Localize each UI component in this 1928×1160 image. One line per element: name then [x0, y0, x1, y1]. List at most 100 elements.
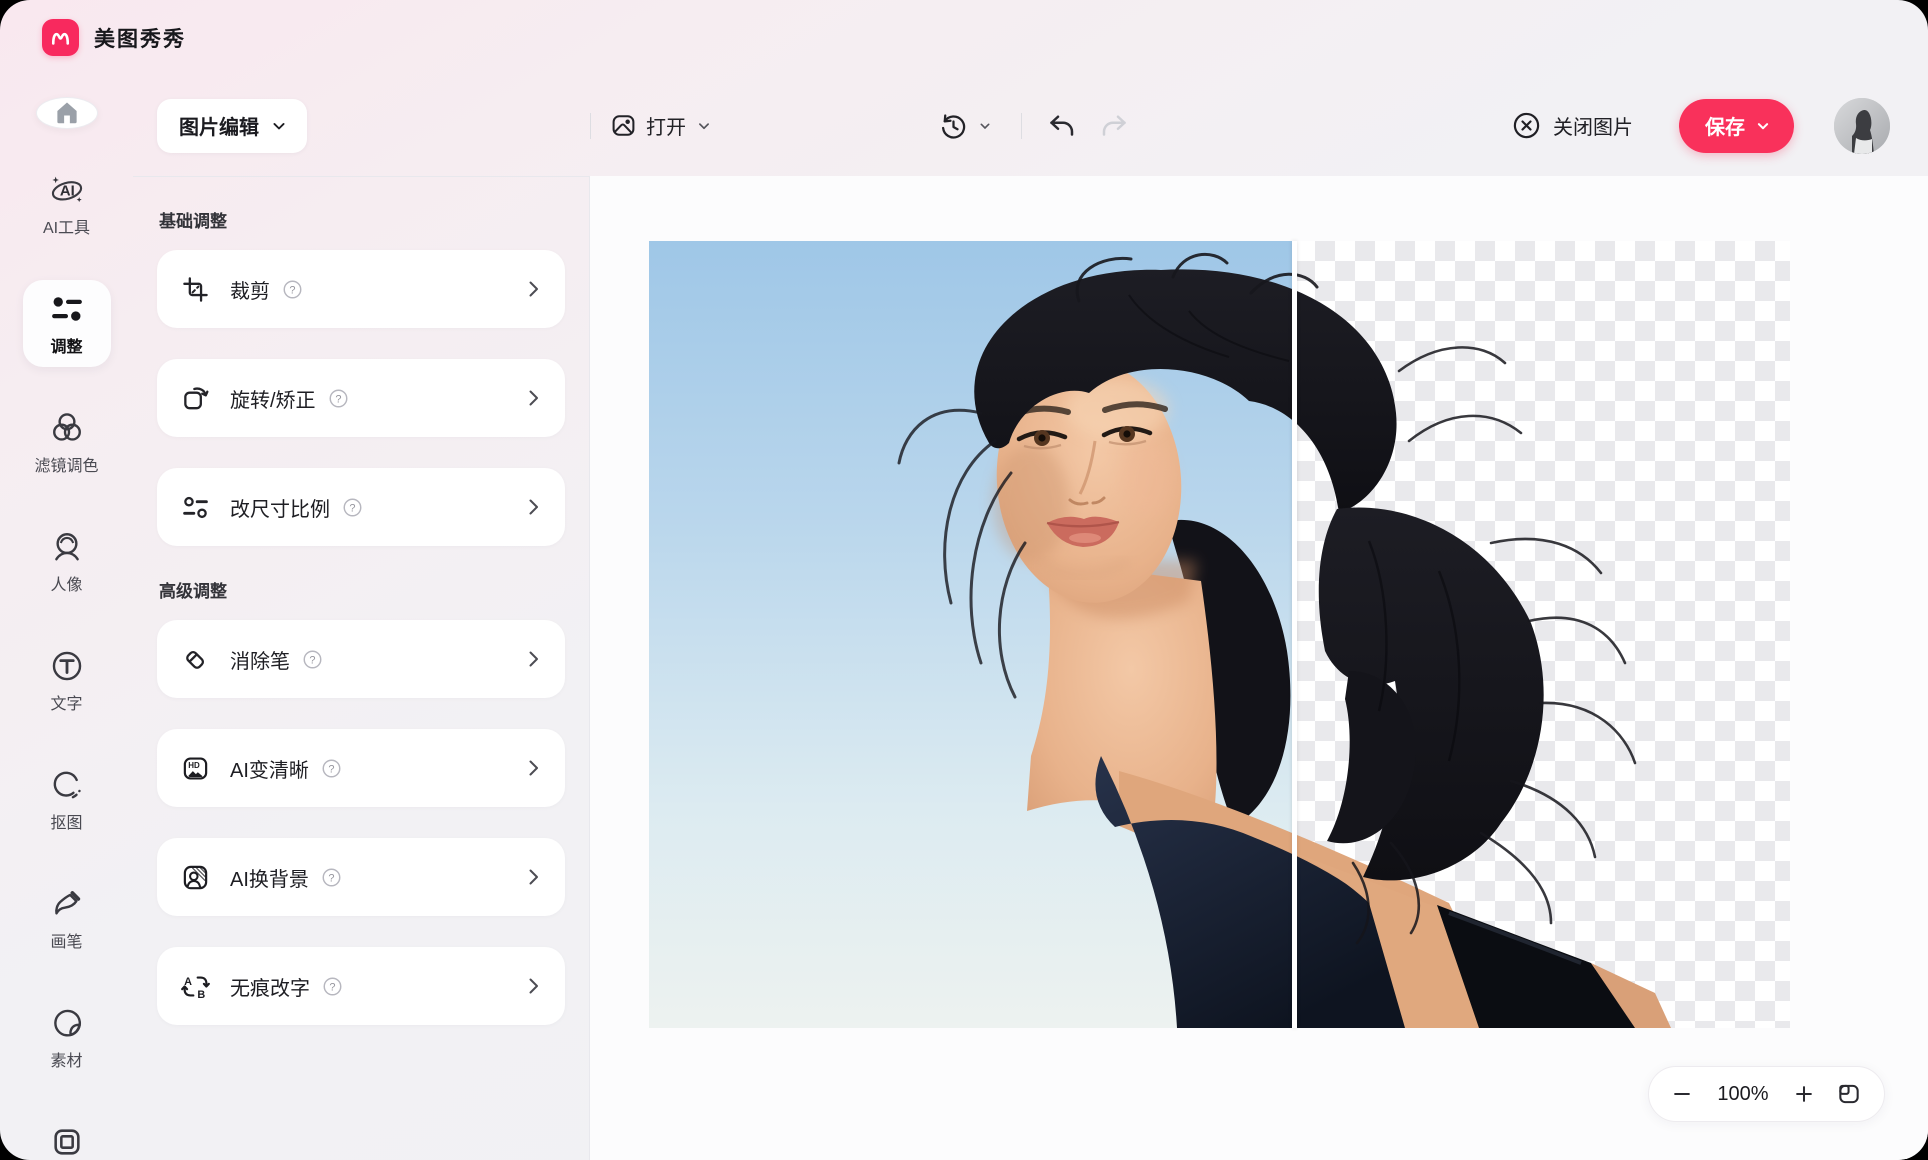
zoom-out-button[interactable] [1671, 1083, 1693, 1105]
redo-button-disabled[interactable] [1100, 111, 1130, 141]
plus-icon [1793, 1083, 1815, 1105]
svg-text:HD: HD [188, 760, 200, 769]
tool-card-label: 改尺寸比例 [230, 493, 330, 522]
section-title-advanced: 高级调整 [159, 577, 563, 602]
help-icon[interactable]: ? [320, 866, 343, 889]
help-icon[interactable]: ? [281, 278, 304, 301]
sidebar-item-label: 画笔 [50, 928, 82, 952]
open-image-button[interactable]: 打开 [610, 111, 713, 140]
adjust-sliders-icon [50, 292, 84, 326]
close-circle-icon [1512, 111, 1541, 140]
help-icon[interactable]: ? [320, 757, 343, 780]
chevron-down-icon [1754, 117, 1772, 135]
rotate-icon [181, 384, 210, 413]
home-icon [52, 98, 82, 128]
user-avatar[interactable] [1834, 98, 1890, 154]
fit-screen-button[interactable] [1836, 1081, 1862, 1107]
logo-bar: 美图秀秀 [0, 0, 1928, 75]
open-image-icon [610, 112, 637, 139]
sticker-icon [50, 1006, 84, 1040]
sidebar-item-ai-tools[interactable]: AI AI工具 [23, 161, 111, 248]
frame-icon [50, 1125, 84, 1159]
home-button[interactable] [36, 97, 98, 129]
svg-text:?: ? [289, 284, 295, 296]
svg-text:B: B [197, 989, 205, 1001]
sidebar-item-adjust[interactable]: 调整 [23, 280, 111, 367]
tool-card-ai-background[interactable]: AI换背景 ? [157, 838, 565, 916]
chevron-down-icon [977, 118, 993, 134]
chevron-down-icon [269, 116, 289, 136]
app-window: 美图秀秀 AI AI工具 [0, 0, 1928, 1160]
tool-panel: 图片编辑 基础调整 裁剪 ? [133, 75, 590, 1160]
svg-text:?: ? [309, 654, 315, 666]
canvas-toolbar: 打开 [590, 75, 1928, 176]
chevron-right-icon [521, 756, 545, 780]
tool-card-crop[interactable]: 裁剪 ? [157, 250, 565, 328]
save-button[interactable]: 保存 [1679, 99, 1794, 153]
chevron-right-icon [521, 865, 545, 889]
undo-button[interactable] [1046, 111, 1076, 141]
sidebar-item-label: AI工具 [43, 214, 90, 238]
tool-card-label: AI变清晰 [230, 754, 309, 783]
sidebar-item-frame[interactable] [23, 1113, 111, 1160]
save-label: 保存 [1705, 111, 1745, 140]
avatar-image [1834, 98, 1890, 154]
sidebar-item-label: 人像 [50, 571, 82, 595]
tool-card-text-swap[interactable]: A B 无痕改字 ? [157, 947, 565, 1025]
chevron-right-icon [521, 495, 545, 519]
chevron-down-icon [695, 117, 713, 135]
resize-icon [181, 493, 210, 522]
tool-card-eraser[interactable]: 消除笔 ? [157, 620, 565, 698]
chevron-right-icon [521, 386, 545, 410]
svg-text:?: ? [328, 763, 334, 775]
svg-text:?: ? [329, 981, 335, 993]
app-title: 美图秀秀 [94, 23, 186, 53]
cutout-icon [50, 768, 84, 802]
sidebar-item-brush[interactable]: 画笔 [23, 875, 111, 962]
minus-icon [1671, 1083, 1693, 1105]
history-button[interactable] [938, 111, 993, 141]
tool-card-rotate[interactable]: 旋转/矫正 ? [157, 359, 565, 437]
portrait-icon [50, 530, 84, 564]
zoom-in-button[interactable] [1793, 1083, 1815, 1105]
tool-card-label: AI换背景 [230, 863, 309, 892]
sidebar-item-label: 滤镜调色 [34, 452, 98, 476]
before-after-split-handle[interactable] [1292, 241, 1297, 1028]
sidebar-item-cutout[interactable]: 抠图 [23, 756, 111, 843]
sidebar-item-label: 文字 [50, 690, 82, 714]
sidebar-item-label: 抠图 [50, 809, 82, 833]
mode-selector-button[interactable]: 图片编辑 [157, 99, 307, 153]
sidebar-item-filters[interactable]: 滤镜调色 [23, 399, 111, 486]
svg-text:?: ? [335, 393, 341, 405]
help-icon[interactable]: ? [341, 496, 364, 519]
fit-screen-icon [1836, 1081, 1862, 1107]
canvas-area[interactable]: 100% [590, 176, 1928, 1160]
close-image-button[interactable]: 关闭图片 [1512, 111, 1633, 140]
tool-card-resize[interactable]: 改尺寸比例 ? [157, 468, 565, 546]
svg-text:?: ? [328, 872, 334, 884]
left-nav-rail: AI AI工具 调整 [0, 75, 133, 1160]
crop-icon [181, 275, 210, 304]
toolbar-divider [1021, 113, 1022, 139]
chevron-right-icon [521, 647, 545, 671]
filter-circles-icon [50, 411, 84, 445]
sidebar-item-text[interactable]: 文字 [23, 637, 111, 724]
sidebar-item-label: 调整 [50, 333, 82, 357]
undo-icon [1046, 111, 1076, 141]
brush-icon [50, 887, 84, 921]
toolbar-divider [590, 113, 591, 139]
chevron-right-icon [521, 277, 545, 301]
meitu-logo-icon [42, 19, 79, 56]
image-artboard [649, 241, 1790, 1028]
help-icon[interactable]: ? [327, 387, 350, 410]
help-icon[interactable]: ? [301, 648, 324, 671]
sidebar-item-portrait[interactable]: 人像 [23, 518, 111, 605]
chevron-right-icon [521, 974, 545, 998]
zoom-controls: 100% [1648, 1066, 1885, 1122]
sidebar-item-stickers[interactable]: 素材 [23, 994, 111, 1081]
svg-text:?: ? [349, 502, 355, 514]
svg-text:AI: AI [59, 184, 74, 200]
main-area: 打开 [590, 75, 1928, 1160]
tool-card-ai-enhance[interactable]: HD AI变清晰 ? [157, 729, 565, 807]
help-icon[interactable]: ? [321, 975, 344, 998]
